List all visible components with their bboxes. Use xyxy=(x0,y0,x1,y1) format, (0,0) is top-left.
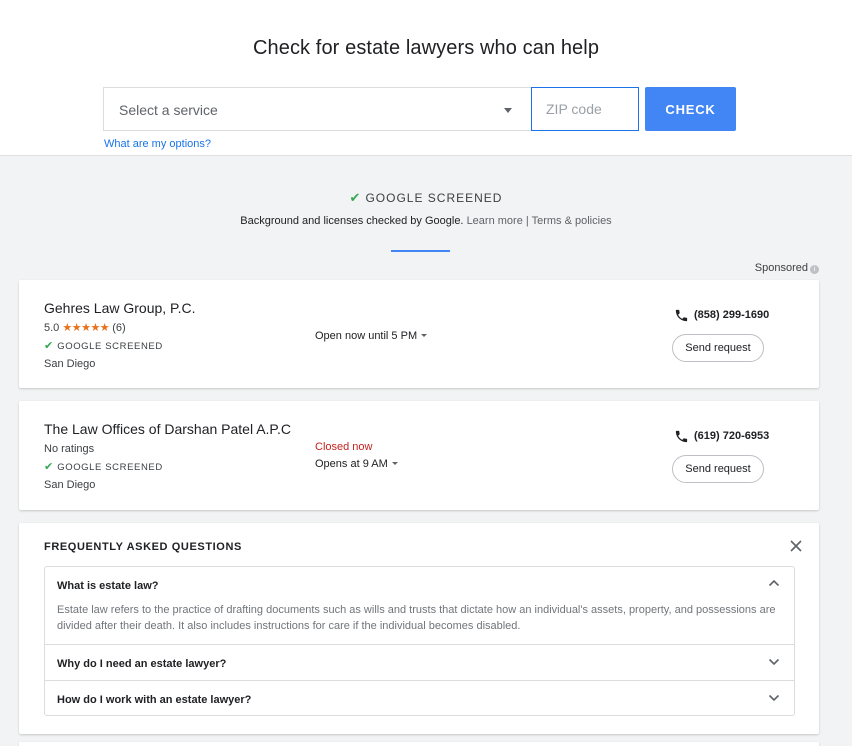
screened-description: Background and licenses checked by Googl… xyxy=(240,215,464,227)
phone-text: (619) 720-6953 xyxy=(694,430,770,442)
divider xyxy=(45,644,794,645)
star-rating-icon: ★★★★★ xyxy=(62,322,110,334)
chevron-up-icon[interactable] xyxy=(768,579,780,587)
zip-code-input[interactable] xyxy=(531,87,639,131)
terms-policies-link[interactable]: Terms & policies xyxy=(532,215,612,227)
faq-question[interactable]: How do I work with an estate lawyer? xyxy=(57,694,251,706)
city: San Diego xyxy=(44,358,96,370)
review-count: (6) xyxy=(112,322,126,334)
chevron-down-icon[interactable] xyxy=(768,658,780,666)
service-select[interactable]: Select a service xyxy=(103,87,531,131)
sponsored-label: Sponsored i xyxy=(755,262,819,274)
what-are-my-options-link[interactable]: What are my options? xyxy=(104,138,211,150)
section-divider xyxy=(391,250,450,252)
service-select-placeholder: Select a service xyxy=(119,102,218,118)
dropdown-caret-icon xyxy=(421,334,428,337)
phone-text: (858) 299-1690 xyxy=(694,309,770,321)
send-request-button[interactable]: Send request xyxy=(672,334,764,362)
phone-icon xyxy=(675,309,688,322)
faq-title: FREQUENTLY ASKED QUESTIONS xyxy=(44,541,242,553)
business-hours-dropdown[interactable]: Opens at 9 AM xyxy=(315,458,398,470)
badge-label: GOOGLE SCREENED xyxy=(57,341,163,352)
faq-answer: Estate law refers to the practice of dra… xyxy=(57,604,776,632)
faq-accordion: What is estate law? Estate law refers to… xyxy=(44,566,795,716)
divider xyxy=(45,680,794,681)
google-screened-label: GOOGLE SCREENED xyxy=(365,191,503,205)
google-screened-badge: ✔ GOOGLE SCREENED xyxy=(44,339,163,352)
send-request-button[interactable]: Send request xyxy=(672,455,764,483)
info-icon[interactable]: i xyxy=(810,265,819,274)
checkmark-icon: ✔ xyxy=(349,190,362,205)
firm-name[interactable]: The Law Offices of Darshan Patel A.P.C xyxy=(44,421,291,437)
learn-more-link[interactable]: Learn more xyxy=(467,215,523,227)
faq-card: FREQUENTLY ASKED QUESTIONS What is estat… xyxy=(19,523,819,734)
checkmark-icon: ✔ xyxy=(44,461,54,473)
link-separator: | xyxy=(525,215,529,227)
google-screened-subtext: Background and licenses checked by Googl… xyxy=(0,215,852,227)
search-panel: Check for estate lawyers who can help Se… xyxy=(0,0,852,156)
business-hours-dropdown[interactable]: Open now until 5 PM xyxy=(315,330,428,342)
close-icon[interactable] xyxy=(789,539,803,553)
google-screened-badge: ✔ GOOGLE SCREENED xyxy=(44,460,163,473)
check-button[interactable]: CHECK xyxy=(645,87,736,131)
google-screened-heading: ✔ GOOGLE SCREENED xyxy=(0,190,852,206)
badge-label: GOOGLE SCREENED xyxy=(57,462,163,473)
city: San Diego xyxy=(44,479,96,491)
hours-text: Open now until 5 PM xyxy=(315,330,418,342)
lawyer-listing-card[interactable]: The Law Offices of Darshan Patel A.P.C N… xyxy=(19,401,819,510)
lawyer-listing-card[interactable]: Gehres Law Group, P.C. 5.0 ★★★★★ (6) ✔ GO… xyxy=(19,280,819,388)
rating: 5.0 ★★★★★ (6) xyxy=(44,321,126,334)
sponsored-text: Sponsored xyxy=(754,262,808,274)
dropdown-caret-icon xyxy=(504,108,512,113)
phone-icon xyxy=(675,430,688,443)
checkmark-icon: ✔ xyxy=(44,340,54,352)
chevron-down-icon[interactable] xyxy=(768,694,780,702)
faq-question[interactable]: What is estate law? xyxy=(57,580,158,592)
dropdown-caret-icon xyxy=(391,462,398,465)
firm-name[interactable]: Gehres Law Group, P.C. xyxy=(44,300,195,316)
hours-text: Opens at 9 AM xyxy=(315,458,388,470)
rating-value: 5.0 xyxy=(44,322,60,334)
next-card-edge xyxy=(19,742,819,746)
faq-question[interactable]: Why do I need an estate lawyer? xyxy=(57,658,226,670)
rating-text: No ratings xyxy=(44,443,95,455)
page-title: Check for estate lawyers who can help xyxy=(252,37,600,59)
closed-status: Closed now xyxy=(315,441,373,453)
